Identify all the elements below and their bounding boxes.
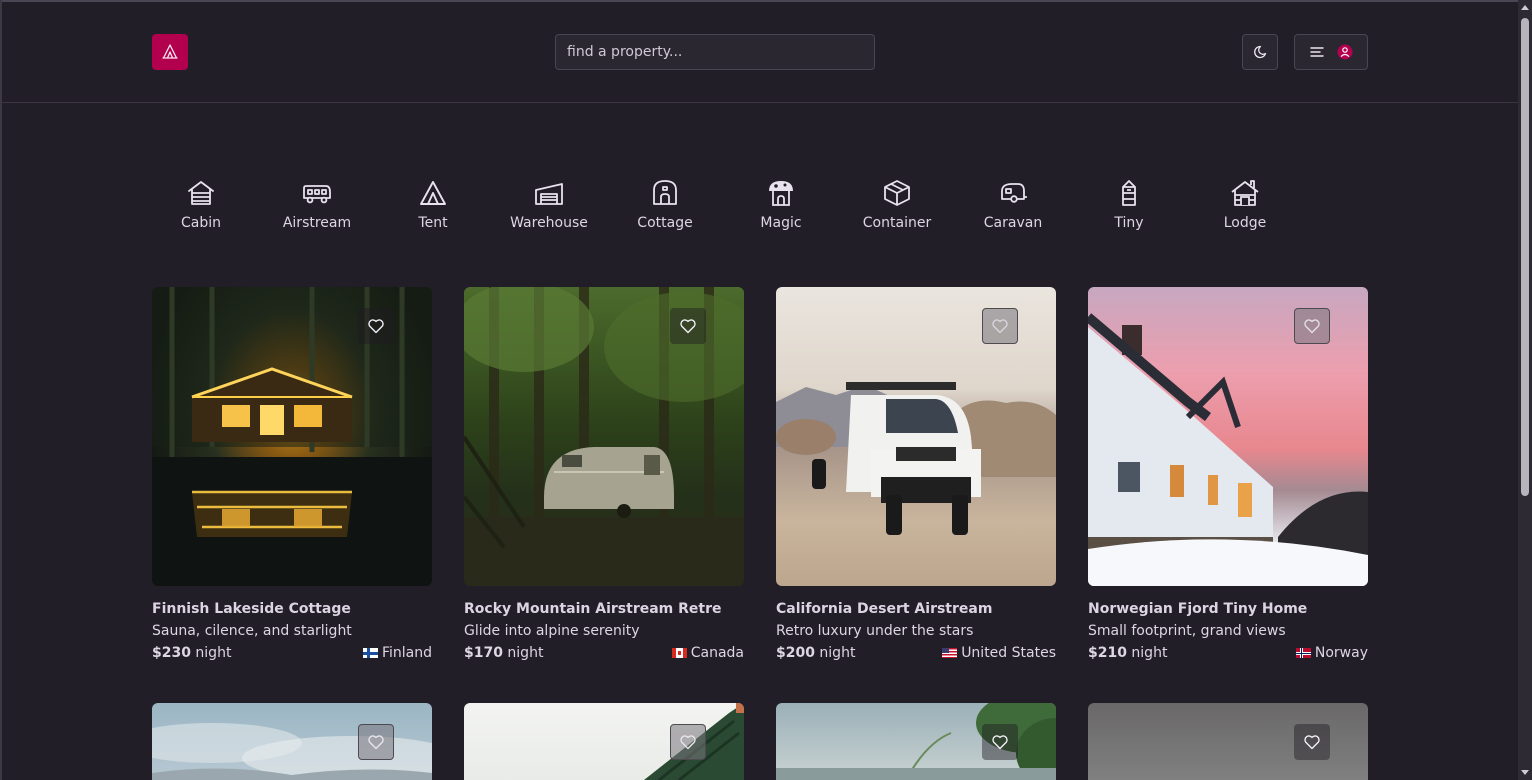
listing-price: $230 night xyxy=(152,645,232,661)
us-flag xyxy=(942,648,958,658)
category-warehouse[interactable]: Warehouse xyxy=(499,178,599,231)
listing-card[interactable]: Norwegian Fjord Tiny Home Small footprin… xyxy=(1088,287,1368,661)
lodge-icon xyxy=(1231,180,1259,206)
listing-card[interactable]: California Desert Airstream Retro luxury… xyxy=(776,287,1056,661)
favorite-button[interactable] xyxy=(358,724,394,760)
category-airstream[interactable]: Airstream xyxy=(267,178,367,231)
heart-icon xyxy=(680,319,696,334)
warehouse-icon xyxy=(535,183,563,205)
listing-photo[interactable] xyxy=(776,703,1056,780)
heart-icon xyxy=(1304,319,1320,334)
tent-icon xyxy=(420,181,446,205)
category-label: Tent xyxy=(418,215,448,231)
scrollbar-thumb[interactable] xyxy=(1521,18,1529,496)
category-label: Magic xyxy=(760,215,802,231)
heart-icon xyxy=(680,735,696,750)
canada-flag xyxy=(671,648,687,658)
caravan-icon xyxy=(1001,183,1027,203)
site-header xyxy=(0,2,1518,103)
category-tiny[interactable]: Tiny xyxy=(1079,178,1179,231)
heart-icon xyxy=(368,735,384,750)
listing-country: Canada xyxy=(671,645,744,661)
listing-price: $200 night xyxy=(776,645,856,661)
category-label: Caravan xyxy=(983,215,1043,231)
search-input[interactable] xyxy=(555,34,875,70)
listing-photo[interactable] xyxy=(152,703,432,780)
magic-icon xyxy=(769,181,793,206)
category-label: Cabin xyxy=(180,215,221,231)
favorite-button[interactable] xyxy=(670,308,706,344)
listing-card[interactable] xyxy=(1088,703,1368,780)
listing-photo[interactable] xyxy=(464,703,744,780)
listing-card[interactable] xyxy=(776,703,1056,780)
norway-flag xyxy=(1295,648,1311,658)
heart-icon xyxy=(1304,735,1320,750)
favorite-button[interactable] xyxy=(982,724,1018,760)
window-left-edge xyxy=(0,0,2,780)
listing-photo[interactable] xyxy=(1088,287,1368,586)
listing-title[interactable]: Finnish Lakeside Cottage xyxy=(152,601,432,617)
listing-title[interactable]: California Desert Airstream xyxy=(776,601,1056,617)
listing-tagline: Sauna, cilence, and starlight xyxy=(152,623,352,639)
moon-icon xyxy=(1254,45,1267,59)
page-scrollbar[interactable] xyxy=(1518,0,1532,780)
listing-title[interactable]: Norwegian Fjord Tiny Home xyxy=(1088,601,1368,617)
favorite-button[interactable] xyxy=(670,724,706,760)
scroll-up-arrow-icon[interactable] xyxy=(1521,5,1529,10)
listing-card[interactable] xyxy=(464,703,744,780)
scroll-down-arrow-icon[interactable] xyxy=(1521,770,1529,775)
cabin-icon xyxy=(188,181,214,205)
favorite-button[interactable] xyxy=(1294,308,1330,344)
listing-tagline: Glide into alpine serenity xyxy=(464,623,640,639)
favorite-button[interactable] xyxy=(982,308,1018,344)
listing-country: Finland xyxy=(362,645,432,661)
listing-photo[interactable] xyxy=(464,287,744,586)
heart-icon xyxy=(992,319,1008,334)
home-logo[interactable] xyxy=(152,34,188,70)
container-icon xyxy=(884,180,910,206)
heart-icon xyxy=(992,735,1008,750)
listing-tagline: Retro luxury under the stars xyxy=(776,623,974,639)
category-label: Cottage xyxy=(637,215,693,231)
user-avatar-icon xyxy=(1337,44,1353,60)
listing-card[interactable] xyxy=(152,703,432,780)
favorite-button[interactable] xyxy=(358,308,394,344)
tent-logo-icon xyxy=(162,44,178,59)
category-caravan[interactable]: Caravan xyxy=(963,178,1063,231)
airstream-icon xyxy=(303,185,331,204)
listing-photo[interactable] xyxy=(776,287,1056,586)
listing-price: $170 night xyxy=(464,645,544,661)
category-label: Warehouse xyxy=(510,215,588,231)
category-label: Container xyxy=(862,215,932,231)
listing-country: Norway xyxy=(1295,645,1368,661)
listing-price: $210 night xyxy=(1088,645,1168,661)
menu-icon xyxy=(1310,47,1324,57)
category-label: Lodge xyxy=(1223,215,1267,231)
listing-photo[interactable] xyxy=(1088,703,1368,780)
category-cabin[interactable]: Cabin xyxy=(151,178,251,231)
listing-title[interactable]: Rocky Mountain Airstream Retre xyxy=(464,601,744,617)
tiny-icon xyxy=(1122,180,1136,206)
listing-photo[interactable] xyxy=(152,287,432,586)
listing-tagline: Small footprint, grand views xyxy=(1088,623,1286,639)
listing-card[interactable]: Rocky Mountain Airstream Retre Glide int… xyxy=(464,287,744,661)
category-label: Tiny xyxy=(1114,215,1144,231)
listing-country: United States xyxy=(942,645,1056,661)
category-label: Airstream xyxy=(282,215,352,231)
category-cottage[interactable]: Cottage xyxy=(615,178,715,231)
heart-icon xyxy=(368,319,384,334)
listing-card[interactable]: Finnish Lakeside Cottage Sauna, cilence,… xyxy=(152,287,432,661)
category-lodge[interactable]: Lodge xyxy=(1195,178,1295,231)
category-container[interactable]: Container xyxy=(847,178,947,231)
category-magic[interactable]: Magic xyxy=(731,178,831,231)
finland-flag xyxy=(362,648,378,658)
cottage-icon xyxy=(653,180,677,205)
theme-toggle-button[interactable] xyxy=(1242,34,1278,70)
user-menu-button[interactable] xyxy=(1294,34,1368,70)
favorite-button[interactable] xyxy=(1294,724,1330,760)
category-tent[interactable]: Tent xyxy=(383,178,483,231)
